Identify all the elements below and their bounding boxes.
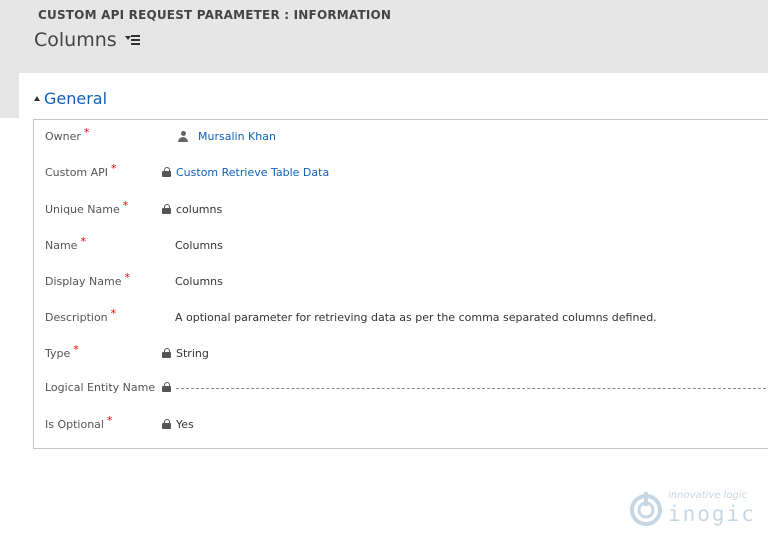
section-title: General: [44, 88, 108, 108]
required-marker: *: [80, 234, 86, 248]
name-field[interactable]: Columns: [175, 239, 223, 252]
field-label: Custom API *: [45, 161, 117, 179]
entity-title: CUSTOM API REQUEST PARAMETER : INFORMATI…: [38, 8, 392, 22]
lock-icon: [162, 204, 171, 214]
empty-value-placeholder: [176, 387, 766, 389]
description-field[interactable]: A optional parameter for retrieving data…: [175, 311, 657, 324]
lock-icon: [162, 419, 171, 429]
field-label: Type *: [45, 342, 79, 360]
is-optional-value: Yes: [176, 417, 194, 431]
field-label: Unique Name *: [45, 198, 129, 216]
watermark-tagline: innovative logic: [668, 490, 748, 501]
field-label: Display Name *: [45, 270, 130, 288]
field-label: Owner *: [45, 125, 90, 143]
type-value: String: [176, 346, 209, 360]
record-name-area: Columns: [34, 27, 141, 53]
user-icon: [178, 130, 188, 142]
section-header-general[interactable]: General: [34, 87, 107, 109]
lock-icon: [162, 167, 171, 177]
form-body-left: [0, 118, 19, 540]
power-logo-icon: [630, 492, 662, 526]
watermark-brand: inogic: [668, 502, 756, 526]
general-section: [33, 119, 768, 449]
form-selector-icon[interactable]: [124, 33, 141, 47]
custom-api-link[interactable]: Custom Retrieve Table Data: [176, 166, 329, 179]
required-marker: *: [124, 270, 131, 284]
required-marker: *: [110, 306, 117, 320]
required-marker: *: [73, 342, 79, 356]
field-label: Is Optional *: [45, 413, 113, 431]
field-label: Logical Entity Name: [45, 380, 156, 394]
lock-icon: [162, 382, 171, 392]
record-name: Columns: [34, 29, 117, 51]
form-header: CUSTOM API REQUEST PARAMETER : INFORMATI…: [0, 0, 768, 72]
watermark-logo: innovative logic inogic: [628, 488, 763, 534]
required-marker: *: [106, 413, 113, 427]
required-marker: *: [83, 125, 90, 139]
unique-name-value: columns: [176, 202, 223, 216]
field-label: Description *: [45, 306, 117, 324]
collapse-triangle-icon[interactable]: [34, 96, 40, 101]
owner-link[interactable]: Mursalin Khan: [198, 130, 276, 143]
required-marker: *: [122, 198, 129, 212]
field-label: Name *: [45, 234, 86, 252]
required-marker: *: [111, 161, 117, 175]
display-name-field[interactable]: Columns: [175, 275, 223, 288]
lock-icon: [162, 348, 171, 358]
